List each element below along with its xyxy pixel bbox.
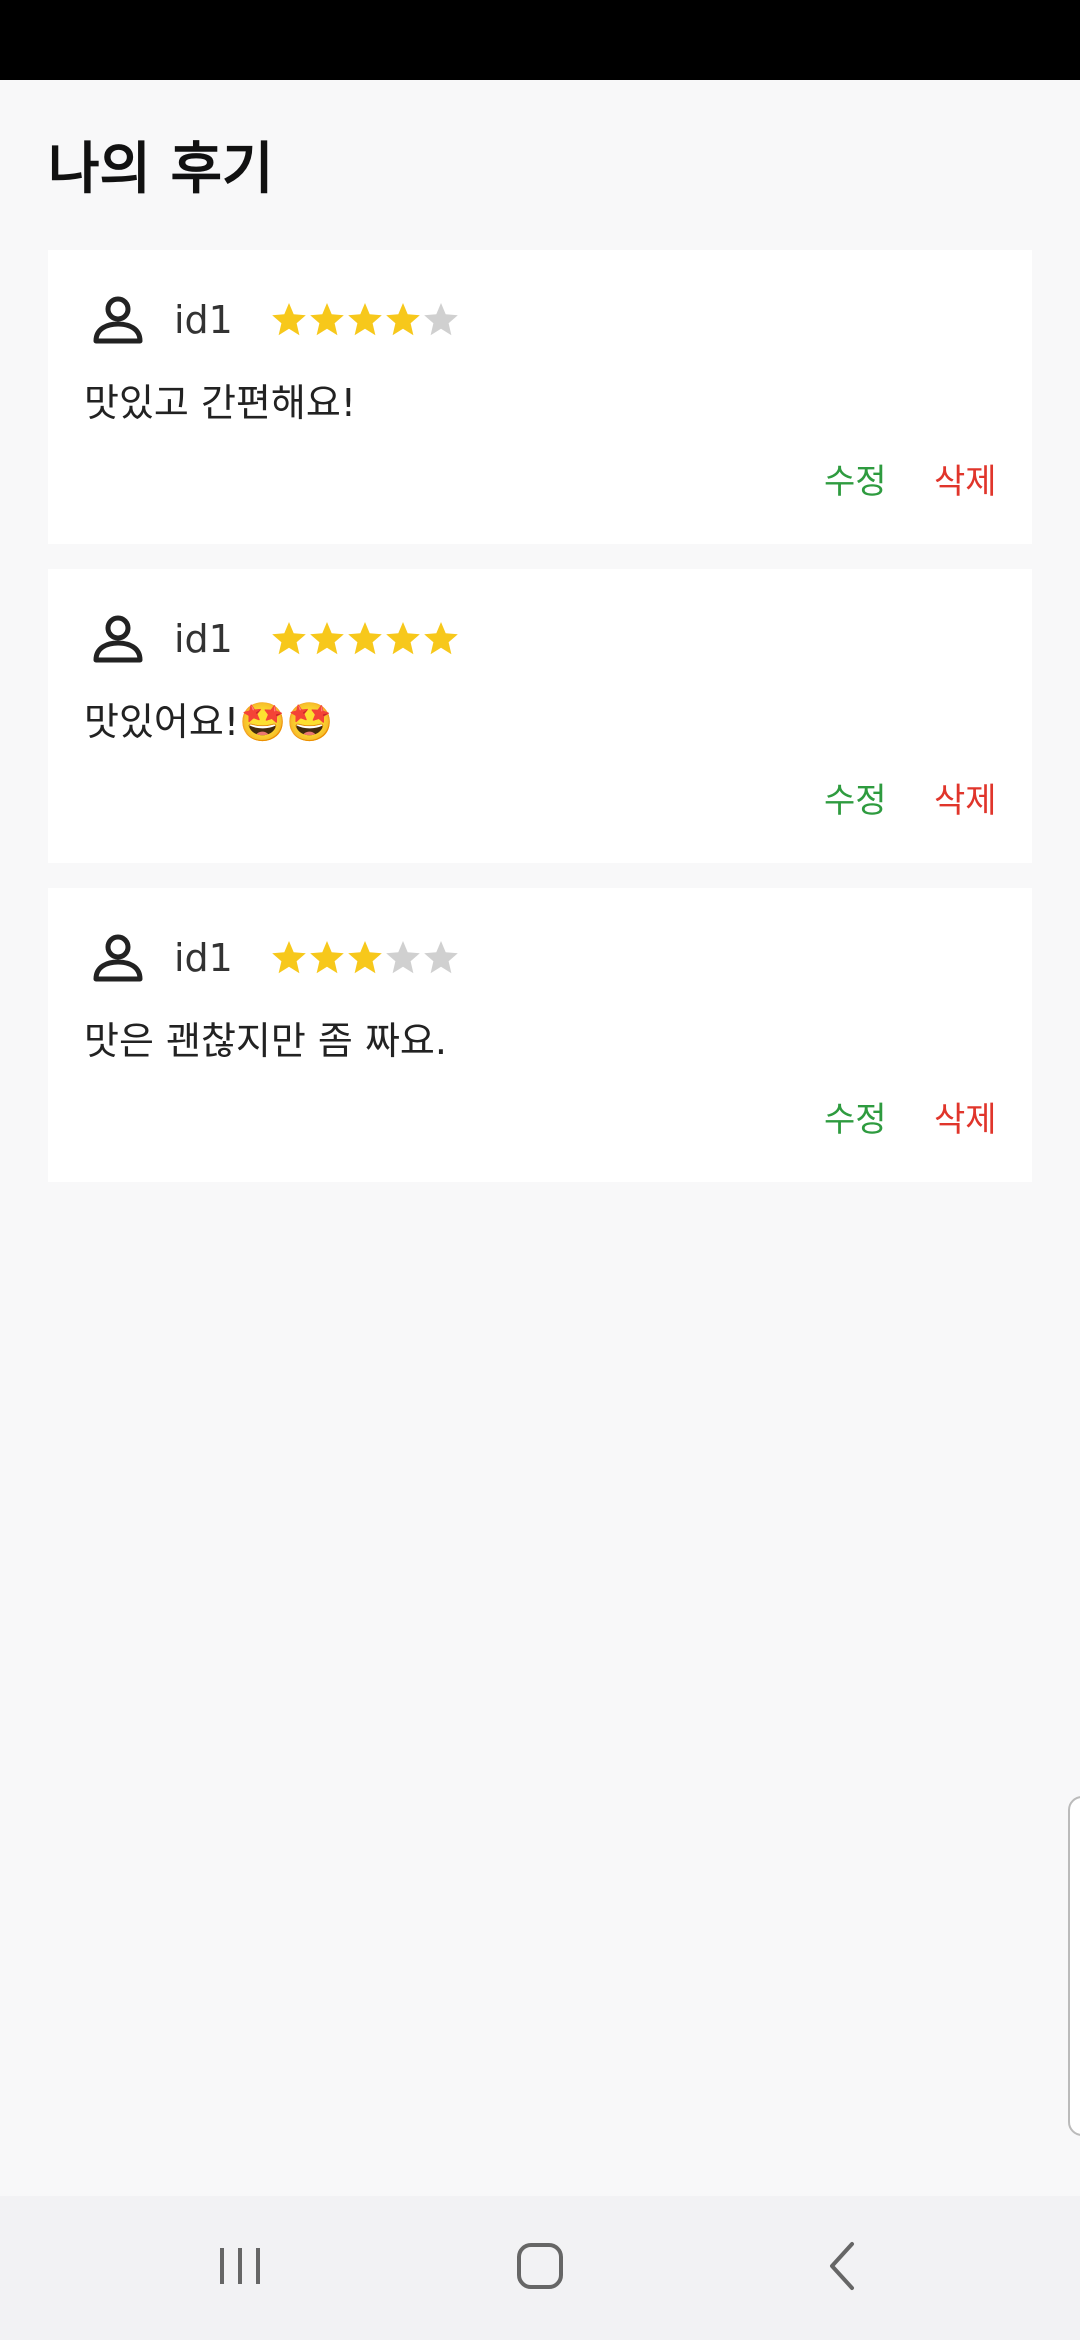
page-title: 나의 후기 (48, 137, 274, 202)
edit-button[interactable]: 수정 (824, 777, 887, 825)
star-filled-icon (386, 303, 420, 336)
star-empty-icon (424, 303, 458, 336)
navigation-bar (0, 2196, 1080, 2340)
review-user-id: id1 (174, 936, 233, 980)
home-button[interactable] (480, 2226, 600, 2310)
user-icon (90, 930, 146, 986)
review-text: 맛있어요!🤩🤩 (84, 700, 334, 744)
back-button[interactable] (784, 2226, 904, 2310)
home-icon (510, 2236, 570, 2300)
scroll-indicator[interactable] (1068, 1796, 1080, 2136)
delete-button[interactable]: 삭제 (934, 1096, 997, 1144)
star-filled-icon (310, 941, 344, 974)
star-filled-icon (348, 303, 382, 336)
star-rating (270, 617, 460, 661)
delete-button[interactable]: 삭제 (934, 458, 997, 506)
review-text: 맛있고 간편해요! (84, 381, 357, 425)
review-text: 맛은 괜찮지만 좀 짜요. (84, 1019, 447, 1063)
review-card: id1 맛은 괜찮지만 좀 짜요. 수정 삭제 (48, 888, 1032, 1182)
star-filled-icon (272, 622, 306, 655)
star-filled-icon (424, 622, 458, 655)
star-filled-icon (272, 941, 306, 974)
back-icon (814, 2236, 874, 2300)
delete-button[interactable]: 삭제 (934, 777, 997, 825)
review-card: id1 맛있어요!🤩🤩 수정 삭제 (48, 569, 1032, 863)
edit-button[interactable]: 수정 (824, 1096, 887, 1144)
review-card: id1 맛있고 간편해요! 수정 삭제 (48, 250, 1032, 544)
star-filled-icon (348, 622, 382, 655)
user-icon (90, 611, 146, 667)
star-empty-icon (386, 941, 420, 974)
status-bar (0, 0, 1080, 80)
star-filled-icon (348, 941, 382, 974)
star-rating (270, 936, 460, 980)
star-rating (270, 298, 460, 342)
star-filled-icon (272, 303, 306, 336)
user-icon (90, 292, 146, 348)
edit-button[interactable]: 수정 (824, 458, 887, 506)
recent-apps-icon (210, 2236, 270, 2300)
star-filled-icon (310, 622, 344, 655)
recent-apps-button[interactable] (180, 2226, 300, 2310)
review-user-id: id1 (174, 617, 233, 661)
review-user-id: id1 (174, 298, 233, 342)
star-empty-icon (424, 941, 458, 974)
star-filled-icon (386, 622, 420, 655)
star-filled-icon (310, 303, 344, 336)
